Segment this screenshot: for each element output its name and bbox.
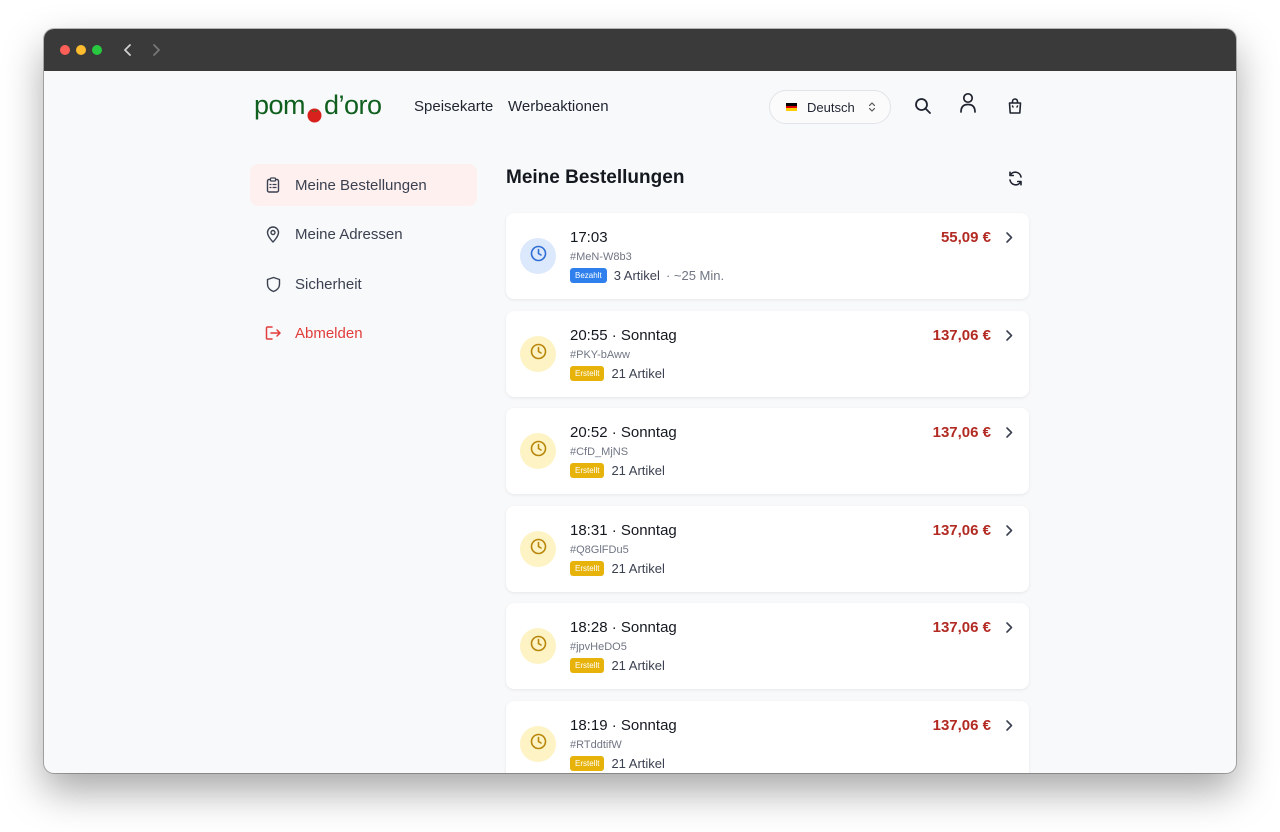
order-id: #MeN-W8b3 bbox=[570, 251, 632, 263]
status-badge: Erstellt bbox=[570, 561, 605, 576]
chevron-right-icon bbox=[1005, 426, 1013, 444]
order-eta: · ~25 Min. bbox=[665, 268, 725, 283]
clock-icon bbox=[530, 440, 547, 462]
logo-text-prefix: pom bbox=[254, 90, 306, 120]
order-id: #jpvHeDO5 bbox=[570, 641, 627, 653]
logo-text-suffix: d’oro bbox=[324, 90, 382, 120]
clipboard-icon bbox=[264, 176, 282, 194]
sidebar-item-label: Sicherheit bbox=[295, 275, 362, 293]
sidebar-item-abmelden[interactable]: Abmelden bbox=[250, 312, 477, 354]
sidebar-item-label: Abmelden bbox=[295, 324, 363, 342]
order-time: 18:28 · Sonntag bbox=[570, 619, 677, 636]
nav-link-speisekarte[interactable]: Speisekarte bbox=[414, 98, 493, 115]
clock-icon bbox=[530, 538, 547, 560]
refresh-icon[interactable] bbox=[1004, 167, 1026, 189]
order-meta: Erstellt 21 Artikel bbox=[570, 366, 665, 381]
logout-icon bbox=[264, 324, 282, 342]
chevron-right-icon bbox=[1005, 329, 1013, 347]
order-price: 137,06 € bbox=[932, 327, 991, 344]
close-window-button[interactable] bbox=[60, 45, 70, 55]
status-badge: Erstellt bbox=[570, 463, 605, 478]
shield-icon bbox=[264, 275, 282, 293]
chevron-right-icon bbox=[1005, 231, 1013, 249]
order-time: 17:03 bbox=[570, 229, 608, 246]
browser-window: pom d’oro Speisekarte Werbeaktionen Deuts… bbox=[44, 29, 1236, 773]
status-badge: Erstellt bbox=[570, 366, 605, 381]
status-badge: Erstellt bbox=[570, 658, 605, 673]
order-meta: Erstellt 21 Artikel bbox=[570, 561, 665, 576]
page-content: pom d’oro Speisekarte Werbeaktionen Deuts… bbox=[44, 71, 1236, 773]
chevron-updown-icon bbox=[868, 101, 876, 116]
order-price: 137,06 € bbox=[932, 522, 991, 539]
language-select[interactable]: Deutsch bbox=[769, 90, 891, 124]
status-badge: Erstellt bbox=[570, 756, 605, 771]
order-id: #CfD_MjNS bbox=[570, 446, 629, 458]
order-time: 18:31 · Sonntag bbox=[570, 522, 677, 539]
clock-icon bbox=[530, 635, 547, 657]
german-flag-icon bbox=[786, 103, 797, 112]
back-icon[interactable] bbox=[118, 40, 138, 60]
order-card[interactable]: 18:31 · Sonntag #Q8GlFDu5 Erstellt 21 Ar… bbox=[506, 506, 1029, 592]
order-card[interactable]: 17:03 #MeN-W8b3 Bezahlt 3 Artikel · ~25 … bbox=[506, 213, 1029, 299]
map-pin-icon bbox=[264, 225, 282, 243]
order-price: 137,06 € bbox=[932, 717, 991, 734]
order-price: 137,06 € bbox=[932, 424, 991, 441]
order-item-count: 21 Artikel bbox=[611, 366, 665, 381]
order-status-indicator bbox=[520, 726, 556, 762]
order-id: #PKY-bAww bbox=[570, 349, 630, 361]
sidebar-item-adressen[interactable]: Meine Adressen bbox=[250, 213, 477, 255]
maximize-window-button[interactable] bbox=[92, 45, 102, 55]
sidebar-item-label: Meine Bestellungen bbox=[295, 176, 427, 194]
order-meta: Erstellt 21 Artikel bbox=[570, 756, 665, 771]
order-status-indicator bbox=[520, 238, 556, 274]
order-card[interactable]: 18:28 · Sonntag #jpvHeDO5 Erstellt 21 Ar… bbox=[506, 603, 1029, 689]
clock-icon bbox=[530, 733, 547, 755]
order-item-count: 21 Artikel bbox=[611, 658, 665, 673]
chevron-right-icon bbox=[1005, 621, 1013, 639]
order-status-indicator bbox=[520, 531, 556, 567]
minimize-window-button[interactable] bbox=[76, 45, 86, 55]
order-item-count: 21 Artikel bbox=[611, 561, 665, 576]
nav-link-werbeaktionen[interactable]: Werbeaktionen bbox=[508, 98, 609, 115]
order-meta: Erstellt 21 Artikel bbox=[570, 463, 665, 478]
search-icon[interactable] bbox=[912, 95, 934, 117]
order-meta: Erstellt 21 Artikel bbox=[570, 658, 665, 673]
order-status-indicator bbox=[520, 628, 556, 664]
order-item-count: 21 Artikel bbox=[611, 756, 665, 771]
user-icon[interactable] bbox=[957, 92, 979, 114]
status-badge: Bezahlt bbox=[570, 268, 607, 283]
order-time: 20:52 · Sonntag bbox=[570, 424, 677, 441]
order-time: 20:55 · Sonntag bbox=[570, 327, 677, 344]
chevron-right-icon bbox=[1005, 719, 1013, 737]
sidebar-item-bestellungen[interactable]: Meine Bestellungen bbox=[250, 164, 477, 206]
forward-icon[interactable] bbox=[146, 40, 166, 60]
language-label: Deutsch bbox=[807, 99, 855, 115]
order-id: #RTddtifW bbox=[570, 739, 622, 751]
page-title: Meine Bestellungen bbox=[506, 167, 685, 188]
order-status-indicator bbox=[520, 336, 556, 372]
order-card[interactable]: 18:19 · Sonntag #RTddtifW Erstellt 21 Ar… bbox=[506, 701, 1029, 773]
order-price: 137,06 € bbox=[932, 619, 991, 636]
sidebar-item-label: Meine Adressen bbox=[295, 225, 403, 243]
order-price: 55,09 € bbox=[940, 229, 991, 246]
order-meta: Bezahlt 3 Artikel · ~25 Min. bbox=[570, 268, 724, 283]
chevron-right-icon bbox=[1005, 524, 1013, 542]
clock-icon bbox=[530, 343, 547, 365]
order-item-count: 3 Artikel bbox=[613, 268, 660, 283]
order-id: #Q8GlFDu5 bbox=[570, 544, 629, 556]
order-status-indicator bbox=[520, 433, 556, 469]
window-titlebar bbox=[44, 29, 1236, 71]
sidebar-item-sicherheit[interactable]: Sicherheit bbox=[250, 263, 477, 305]
order-item-count: 21 Artikel bbox=[611, 463, 665, 478]
logo[interactable]: pom d’oro bbox=[254, 90, 382, 123]
order-card[interactable]: 20:55 · Sonntag #PKY-bAww Erstellt 21 Ar… bbox=[506, 311, 1029, 397]
shopping-bag-icon[interactable] bbox=[1004, 95, 1026, 117]
clock-icon bbox=[530, 245, 547, 267]
order-card[interactable]: 20:52 · Sonntag #CfD_MjNS Erstellt 21 Ar… bbox=[506, 408, 1029, 494]
tomato-icon bbox=[306, 99, 323, 123]
order-time: 18:19 · Sonntag bbox=[570, 717, 677, 734]
